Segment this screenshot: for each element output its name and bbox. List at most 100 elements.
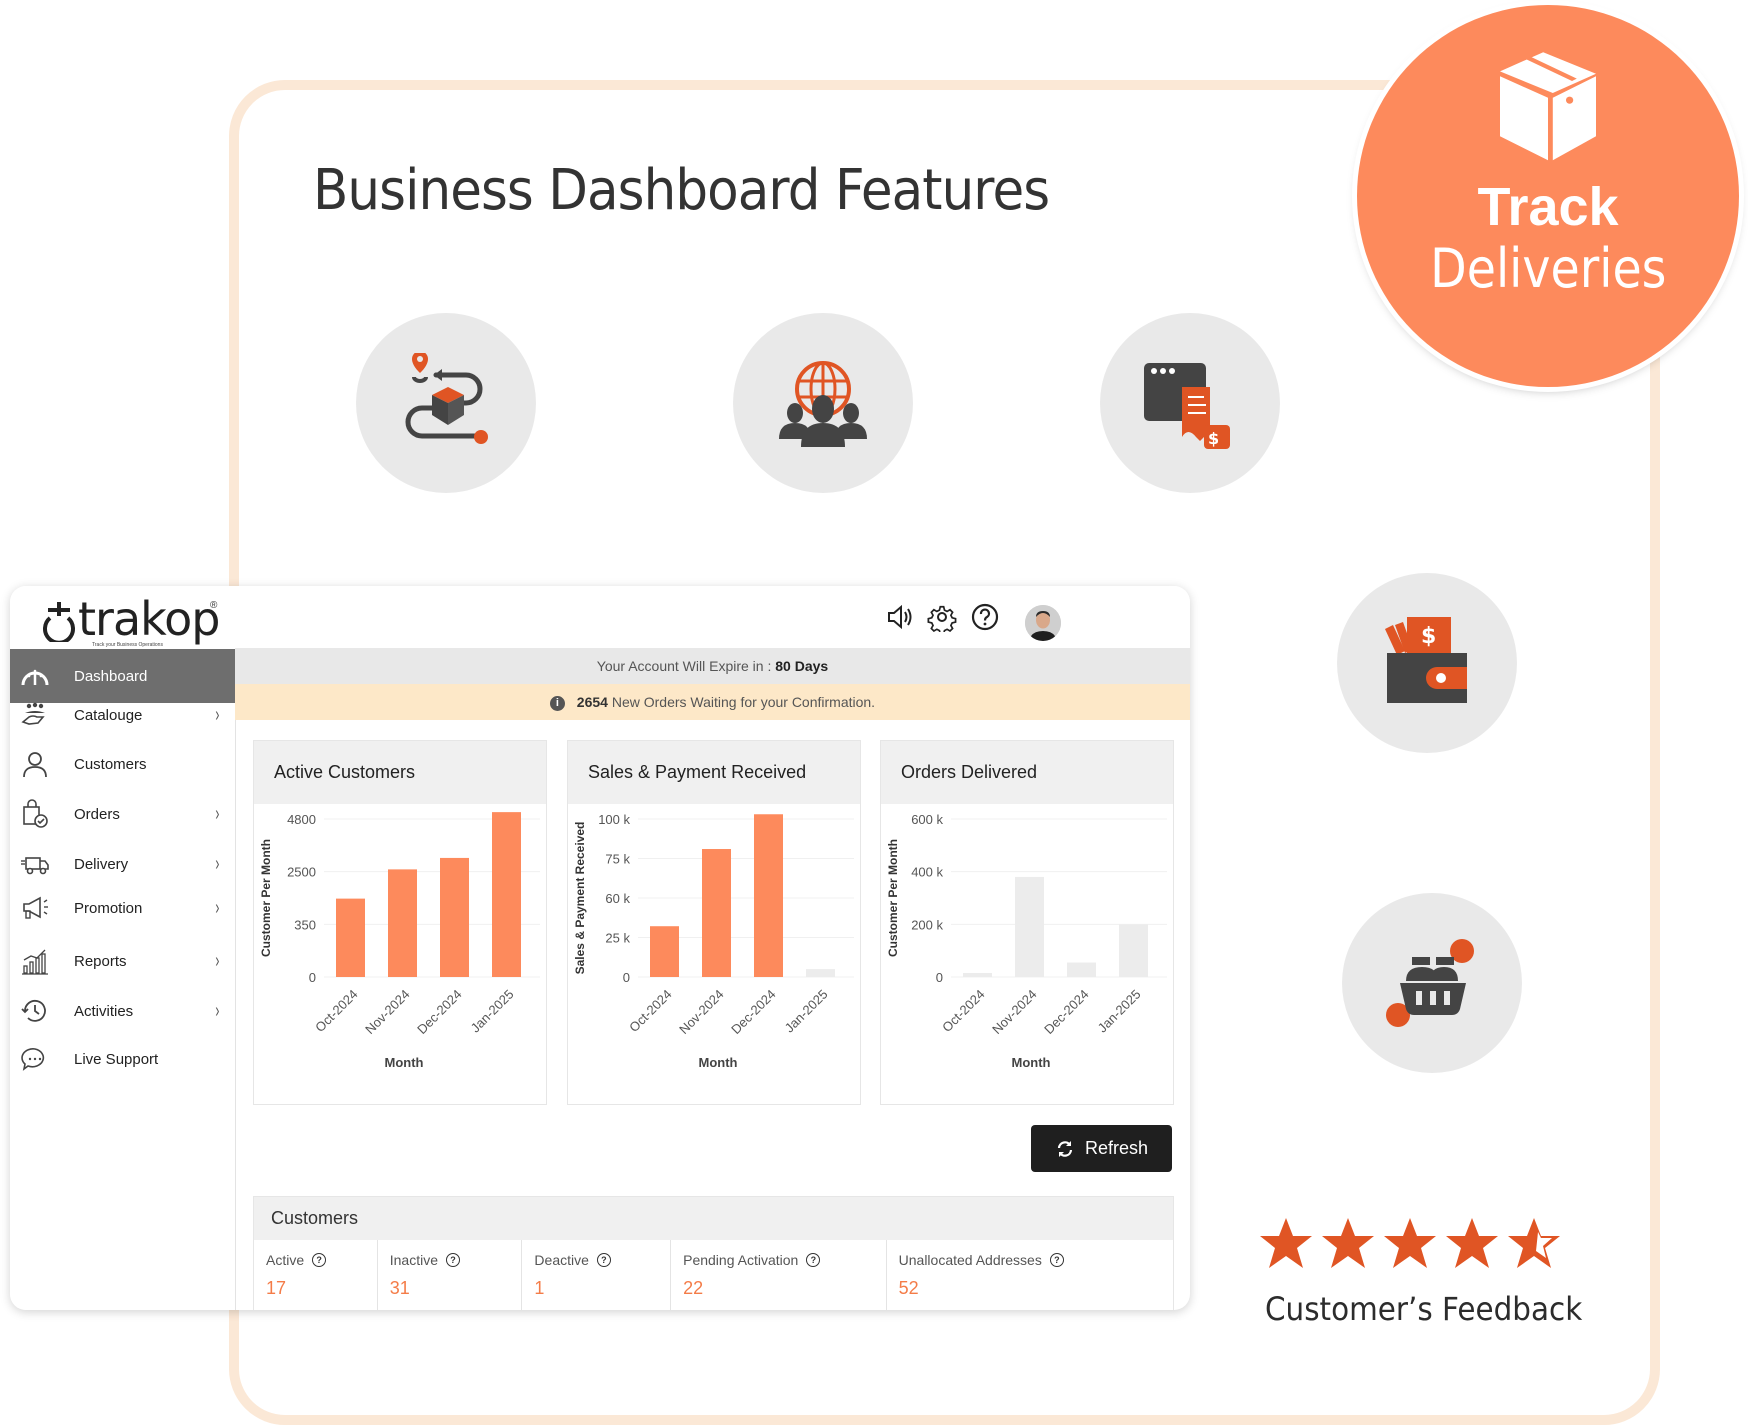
x-tick-label: Nov-2024 <box>676 987 726 1037</box>
sidebar-item-live-support[interactable]: Live Support <box>10 1039 235 1079</box>
customers-title: Customers <box>254 1197 1173 1240</box>
chart-title: Orders Delivered <box>881 741 1173 804</box>
help-icon[interactable]: ? <box>1049 1253 1064 1267</box>
bar-nov-2024[interactable] <box>1015 876 1044 977</box>
x-axis-label: Month <box>699 1055 738 1070</box>
bar-chart-icon <box>22 949 48 975</box>
chevron-right-icon[interactable]: › <box>216 897 220 920</box>
bar-oct-2024[interactable] <box>650 926 679 977</box>
stat-label: Active <box>266 1252 305 1268</box>
badge-subtitle: Deliveries <box>1429 237 1667 300</box>
sidebar-item-promotion[interactable]: Promotion › <box>10 888 235 928</box>
customer-stat-unallocated-addresses: Unallocated Addresses? 52 <box>887 1240 1173 1310</box>
sidebar-item-orders[interactable]: Orders › <box>10 794 235 834</box>
user-icon <box>23 752 47 778</box>
feedback-label: Customer’s Feedback <box>1265 1290 1583 1328</box>
bar-jan-2025[interactable] <box>806 969 835 977</box>
help-icon[interactable]: ? <box>312 1253 327 1267</box>
help-icon[interactable]: ? <box>445 1253 460 1267</box>
x-tick-label: Oct-2024 <box>626 987 674 1035</box>
account-expiry-banner: Your Account Will Expire in : 80 Days <box>235 648 1190 684</box>
sidebar-item-label: Orders <box>74 805 120 823</box>
stat-value[interactable]: 1 <box>534 1278 670 1299</box>
avatar[interactable] <box>1025 605 1061 641</box>
expiry-days: 80 Days <box>775 658 829 674</box>
y-axis-label: Customer Per Month <box>259 839 273 957</box>
bar-nov-2024[interactable] <box>702 849 731 977</box>
sales-payment-chart: Sales & Payment Received 0 25 k 60 k 75 k 10… <box>567 740 861 1105</box>
bar-dec-2024[interactable] <box>440 857 469 977</box>
y-tick-label: 25 k <box>605 931 630 946</box>
bar-dec-2024[interactable] <box>754 814 783 977</box>
top-bar <box>235 586 1190 648</box>
chevron-right-icon[interactable]: › <box>216 950 220 973</box>
stat-value[interactable]: 52 <box>899 1278 1173 1299</box>
gear-icon[interactable] <box>927 602 957 632</box>
logo-tagline: Track your Business Operations <box>92 642 163 648</box>
customer-stat-inactive: Inactive? 31 <box>378 1240 523 1310</box>
x-tick-label: Dec-2024 <box>1041 987 1091 1037</box>
svg-text:$: $ <box>1421 624 1436 649</box>
customer-stat-deactive: Deactive? 1 <box>522 1240 672 1310</box>
chevron-right-icon[interactable]: › <box>216 803 220 826</box>
sidebar-item-customers[interactable]: Customers <box>10 744 235 784</box>
y-tick-label: 0 <box>623 970 630 985</box>
y-tick-label: 75 k <box>605 852 630 867</box>
catalogue-hand-icon <box>21 702 45 725</box>
star-full-icon <box>1384 1218 1436 1268</box>
star-full-icon <box>1446 1218 1498 1268</box>
trakop-logo[interactable]: trakop ® Track your Business Operations <box>40 592 220 648</box>
help-icon[interactable]: ? <box>596 1253 611 1267</box>
track-deliveries-badge: Track Deliveries <box>1357 5 1739 387</box>
x-axis-label: Month <box>385 1055 424 1070</box>
star-full-icon <box>1322 1218 1374 1268</box>
sidebar-item-delivery[interactable]: Delivery › <box>10 844 235 884</box>
refresh-button[interactable]: Refresh <box>1031 1125 1172 1172</box>
stat-value[interactable]: 31 <box>390 1278 522 1299</box>
stat-value[interactable]: 22 <box>683 1278 886 1299</box>
speaker-icon[interactable] <box>885 602 915 632</box>
y-axis-label: Customer Per Month <box>886 839 900 957</box>
bar-oct-2024[interactable] <box>336 898 365 977</box>
chevron-right-icon[interactable]: › <box>216 1000 220 1023</box>
sidebar-item-catalouge[interactable]: Catalouge › <box>10 695 235 735</box>
page-title: Business Dashboard Features <box>313 158 1050 223</box>
star-half-icon <box>1508 1218 1560 1268</box>
new-orders-text: New Orders Waiting for your Confirmation… <box>611 694 876 710</box>
wallet-payment-icon: $ <box>1337 573 1517 753</box>
delivery-truck-icon <box>21 857 49 875</box>
y-tick-label: 2500 <box>287 865 316 880</box>
megaphone-icon <box>23 896 48 919</box>
customers-summary: Customers Active? 17 Inactive? 31 Deactive? 1… <box>253 1196 1174 1310</box>
package-box-icon <box>1500 52 1596 161</box>
help-icon[interactable]: ? <box>806 1253 821 1267</box>
y-axis-label: Sales & Payment Received <box>573 822 587 975</box>
sidebar-item-activities[interactable]: Activities › <box>10 991 235 1031</box>
y-tick-label: 350 <box>294 917 316 932</box>
grocery-basket-icon <box>1342 893 1522 1073</box>
svg-text:$: $ <box>1208 429 1219 448</box>
help-icon[interactable] <box>970 602 1000 632</box>
star-full-icon <box>1260 1218 1312 1268</box>
star-rating <box>1258 1216 1562 1272</box>
x-axis-label: Month <box>1012 1055 1051 1070</box>
new-orders-notice[interactable]: i 2654 New Orders Waiting for your Confi… <box>235 684 1190 720</box>
y-tick-label: 4800 <box>287 812 316 827</box>
sidebar-item-label: Catalouge <box>74 706 143 724</box>
bar-jan-2025[interactable] <box>492 812 521 977</box>
stat-label: Pending Activation <box>683 1252 799 1268</box>
y-tick-label: 200 k <box>911 917 943 932</box>
x-tick-label: Oct-2024 <box>939 987 987 1035</box>
x-tick-label: Nov-2024 <box>362 987 412 1037</box>
bar-oct-2024[interactable] <box>963 973 992 977</box>
bar-nov-2024[interactable] <box>388 869 417 977</box>
chevron-right-icon[interactable]: › <box>216 704 220 727</box>
bar-jan-2025[interactable] <box>1119 924 1148 977</box>
sidebar-item-reports[interactable]: Reports › <box>10 941 235 981</box>
x-tick-label: Jan-2025 <box>1095 987 1144 1036</box>
x-tick-label: Jan-2025 <box>782 987 831 1036</box>
bar-dec-2024[interactable] <box>1067 962 1096 977</box>
stat-value[interactable]: 17 <box>266 1278 377 1299</box>
chevron-right-icon[interactable]: › <box>216 853 220 876</box>
chart-title: Active Customers <box>254 741 546 804</box>
